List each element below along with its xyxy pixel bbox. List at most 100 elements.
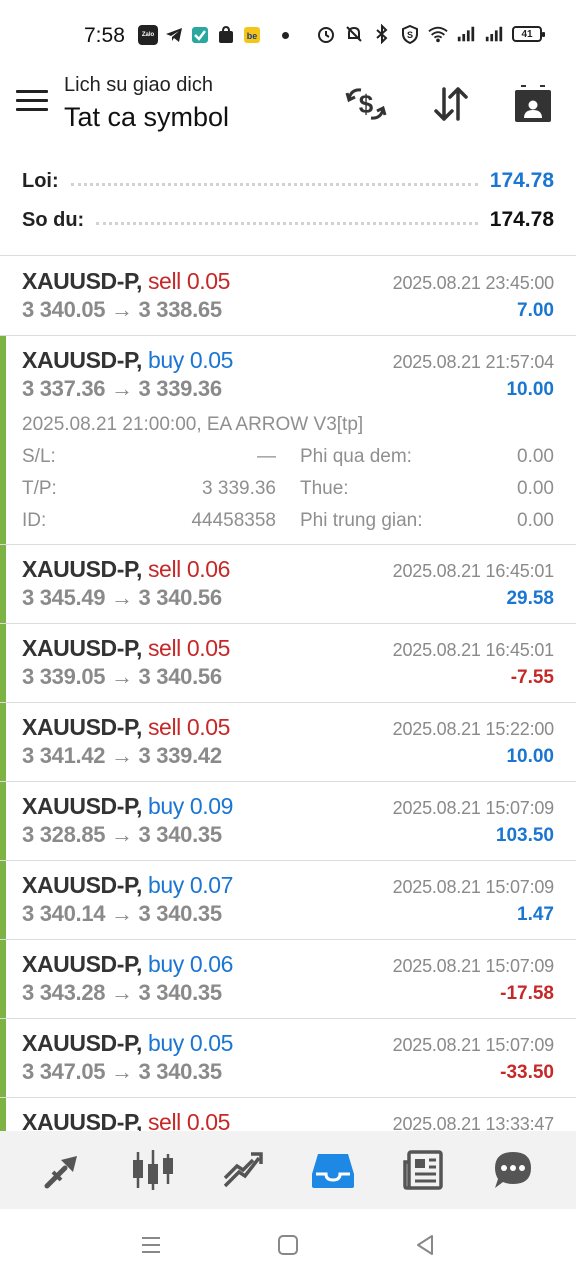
trade-row[interactable]: XAUUSD-P, buy 0.09 3 328.85 → 3 340.35 202… [0,782,576,861]
nav-quotes[interactable] [38,1145,88,1195]
profit-value: 174.78 [489,169,554,192]
sl-value: — [257,446,276,467]
recents-button[interactable] [137,1231,165,1259]
trade-symbol: XAUUSD-P, [22,556,142,582]
messages-icon [495,1152,531,1188]
trade-row[interactable]: XAUUSD-P, buy 0.05 3 347.05 → 3 340.35 202… [0,1019,576,1098]
calendar-button[interactable] [511,82,555,126]
sort-icon [434,87,468,121]
trade-summary: XAUUSD-P, buy 0.07 3 340.14 → 3 340.35 202… [0,861,576,939]
trade-row[interactable]: XAUUSD-P, sell 0.06 3 345.49 → 3 340.56 20… [0,545,576,624]
trade-row[interactable]: XAUUSD-P, buy 0.06 3 343.28 → 3 340.35 202… [0,940,576,1019]
trade-volume: 0.05 [186,714,231,740]
trade-row[interactable]: XAUUSD-P, sell 0.05 2025.08.21 13:33:47 [0,1098,576,1131]
balance-row: So du: 174.78 [22,203,554,237]
header-title[interactable]: Tat ca symbol [64,102,229,133]
mute-icon [344,24,364,44]
trade-side: sell [147,714,181,740]
trade-side: sell [147,1109,181,1131]
bluetooth-icon [372,24,392,44]
nav-news[interactable] [398,1145,448,1195]
balance-value: 174.78 [489,208,554,231]
trade-prices: 3 343.28 → 3 340.35 [22,980,222,1005]
trade-profit: -33.50 [500,1062,554,1083]
trade-row[interactable]: XAUUSD-P, sell 0.05 3 339.05 → 3 340.56 20… [0,624,576,703]
balance-label: So du: [22,208,85,231]
trade-icon [223,1152,263,1188]
home-button[interactable] [274,1231,302,1259]
app-header: Lich su giao dich Tat ca symbol $ [0,68,576,158]
trade-profit: 10.00 [506,379,554,400]
trade-symbol: XAUUSD-P, [22,872,142,898]
trade-profit: 103.50 [495,825,554,846]
id-label: ID: [22,510,47,531]
trade-summary: XAUUSD-P, sell 0.05 3 341.42 → 3 339.42 20… [0,703,576,781]
trade-volume: 0.05 [186,268,231,294]
trade-volume: 0.06 [189,951,234,977]
trade-date: 2025.08.21 15:07:09 [392,877,555,897]
trade-date: 2025.08.21 15:07:09 [392,1035,555,1055]
telegram-icon [164,25,184,45]
trade-date: 2025.08.21 15:07:09 [392,956,555,976]
trade-profit: -17.58 [500,983,554,1004]
trade-side: sell [147,635,181,661]
trade-history-list[interactable]: XAUUSD-P, sell 0.05 3 340.05 → 3 338.65 20… [0,257,576,1131]
signal-icon-1 [456,24,476,44]
menu-button[interactable] [16,90,48,118]
sort-button[interactable] [429,82,473,126]
trade-prices: 3 340.05 → 3 338.65 [22,297,222,322]
deposit-button[interactable]: $ [344,82,388,126]
trade-symbol: XAUUSD-P, [22,347,142,373]
nav-messages[interactable] [488,1145,538,1195]
chart-icon [133,1150,173,1190]
trade-symbol: XAUUSD-P, [22,714,142,740]
trade-prices: 3 341.42 → 3 339.42 [22,743,222,768]
trade-symbol-line: XAUUSD-P, sell 0.06 [22,556,230,583]
back-icon [417,1235,433,1255]
bottom-navigation [0,1131,576,1209]
trade-row[interactable]: XAUUSD-P, sell 0.05 3 341.42 → 3 339.42 20… [0,703,576,782]
trade-volume: 0.09 [189,793,234,819]
sl-label: S/L: [22,446,56,467]
trade-date: 2025.08.21 16:45:01 [392,561,555,581]
trade-row[interactable]: XAUUSD-P, sell 0.05 3 340.05 → 3 338.65 20… [0,257,576,336]
trade-volume: 0.06 [186,556,231,582]
trade-summary: XAUUSD-P, sell 0.05 3 340.05 → 3 338.65 20… [0,257,576,335]
fee-value: 0.00 [517,510,554,531]
trade-symbol: XAUUSD-P, [22,793,142,819]
shop-icon [216,25,236,45]
nav-chart[interactable] [128,1145,178,1195]
trade-prices: 3 347.05 → 3 340.35 [22,1059,222,1084]
trade-symbol-line: XAUUSD-P, sell 0.05 [22,714,230,741]
trade-symbol: XAUUSD-P, [22,268,142,294]
trade-symbol: XAUUSD-P, [22,1109,142,1131]
back-button[interactable] [411,1231,439,1259]
balance-dots [96,215,478,225]
trade-volume: 0.07 [189,872,234,898]
alarm-icon [316,24,336,44]
vpn-icon: S [400,24,420,44]
fee-label: Phi trung gian: [300,510,423,531]
nav-trade[interactable] [218,1145,268,1195]
nav-history[interactable] [308,1145,358,1195]
trade-date: 2025.08.21 13:33:47 [392,1114,555,1131]
trade-profit: 1.47 [517,904,554,925]
trade-date: 2025.08.21 15:22:00 [392,719,555,739]
trade-row[interactable]: XAUUSD-P, buy 0.07 3 340.14 → 3 340.35 202… [0,861,576,940]
trade-symbol-line: XAUUSD-P, sell 0.05 [22,1109,230,1131]
trade-row[interactable]: XAUUSD-P, buy 0.05 3 337.36 → 3 339.36 202… [0,336,576,545]
id-value: 44458358 [191,510,276,531]
trade-symbol: XAUUSD-P, [22,951,142,977]
system-navigation-bar [0,1209,576,1280]
trade-summary: XAUUSD-P, sell 0.05 2025.08.21 13:33:47 [0,1098,576,1131]
trade-symbol: XAUUSD-P, [22,1030,142,1056]
trade-side: buy [147,1030,184,1056]
trade-symbol-line: XAUUSD-P, buy 0.05 [22,347,233,374]
trade-symbol-line: XAUUSD-P, buy 0.07 [22,872,233,899]
status-app-icons: Zalo be [138,25,289,45]
trade-date: 2025.08.21 23:45:00 [392,273,555,293]
trade-side: sell [147,556,181,582]
battery-icon: 41 [512,26,545,42]
svg-text:$: $ [359,89,374,119]
tax-label: Thue: [300,478,349,499]
